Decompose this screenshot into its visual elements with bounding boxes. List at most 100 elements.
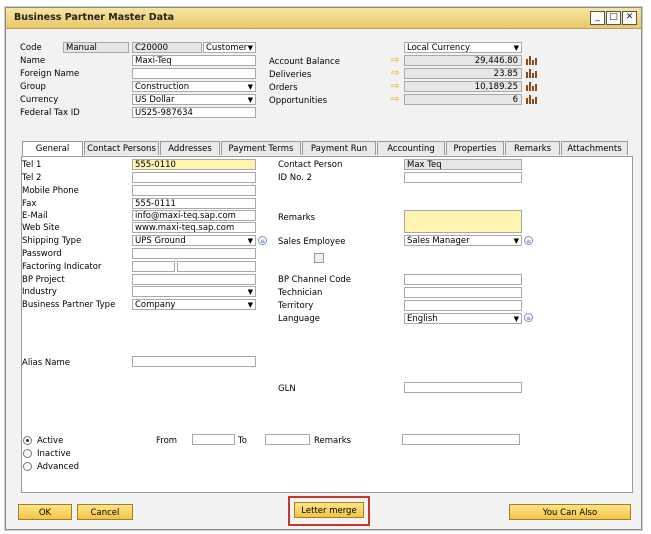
- title-bar[interactable]: Business Partner Master Data _ □ ✕: [6, 8, 641, 29]
- alias-field[interactable]: [132, 356, 256, 367]
- language-dropdown[interactable]: English: [404, 313, 522, 324]
- email-label: E-Mail: [22, 211, 48, 221]
- tel1-field[interactable]: 555-0110: [132, 159, 256, 170]
- contact-person-field[interactable]: Max Teq: [404, 159, 522, 170]
- tab-accounting[interactable]: Accounting: [377, 141, 445, 155]
- tab-remarks[interactable]: Remarks: [505, 141, 560, 155]
- orders-arrow-icon[interactable]: ⇨: [391, 82, 403, 92]
- group-dropdown[interactable]: Construction: [132, 81, 256, 92]
- remarks-label: Remarks: [278, 213, 316, 223]
- tab-payment-run[interactable]: Payment Run: [302, 141, 376, 155]
- alias-label: Alias Name: [22, 358, 70, 368]
- sales-employee-link-icon[interactable]: ≡: [524, 236, 533, 245]
- advanced-radio[interactable]: [23, 462, 32, 471]
- gln-field[interactable]: [404, 382, 522, 393]
- website-label: Web Site: [22, 223, 60, 233]
- tel2-field[interactable]: [132, 172, 256, 183]
- from-field[interactable]: [192, 434, 235, 445]
- remarks-field[interactable]: [404, 210, 522, 233]
- territory-field[interactable]: [404, 300, 522, 311]
- tab-payment-terms[interactable]: Payment Terms: [221, 141, 301, 155]
- opportunities-chart-icon[interactable]: [526, 94, 537, 104]
- tab-addresses[interactable]: Addresses: [160, 141, 220, 155]
- code-label: Code: [20, 43, 42, 53]
- shipping-dropdown[interactable]: UPS Ground: [132, 235, 256, 246]
- letter-merge-button[interactable]: Letter merge: [294, 502, 364, 518]
- name-label: Name: [20, 56, 46, 66]
- mobile-field[interactable]: [132, 185, 256, 196]
- inactive-radio[interactable]: [23, 449, 32, 458]
- fax-label: Fax: [22, 199, 37, 209]
- opportunities-arrow-icon[interactable]: ⇨: [391, 95, 403, 105]
- language-link-icon[interactable]: ≡: [524, 313, 533, 322]
- deliveries-chart-icon[interactable]: [526, 68, 537, 78]
- orders-chart-icon[interactable]: [526, 81, 537, 91]
- mobile-label: Mobile Phone: [22, 186, 79, 196]
- contact-person-label: Contact Person: [278, 160, 343, 170]
- deliveries-label: Deliveries: [269, 70, 312, 80]
- deliveries-field: 23.85: [404, 68, 522, 79]
- bp-type-dropdown[interactable]: Customer: [203, 42, 256, 53]
- to-label: To: [238, 436, 247, 446]
- territory-label: Territory: [278, 301, 314, 311]
- industry-label: Industry: [22, 287, 57, 297]
- account-balance-arrow-icon[interactable]: ⇨: [391, 56, 403, 66]
- currency-dropdown[interactable]: US Dollar: [132, 94, 256, 105]
- bp-project-field[interactable]: [132, 274, 256, 285]
- foreign-name-field[interactable]: [132, 68, 256, 79]
- to-field[interactable]: [265, 434, 310, 445]
- minimize-icon[interactable]: _: [590, 11, 605, 25]
- you-can-also-button[interactable]: You Can Also: [509, 504, 631, 520]
- password-label: Password: [22, 249, 62, 259]
- ok-button[interactable]: OK: [18, 504, 72, 520]
- remarks2-field[interactable]: [402, 434, 520, 445]
- fax-field[interactable]: 555-0111: [132, 198, 256, 209]
- fed-tax-label: Federal Tax ID: [20, 108, 80, 118]
- channel-code-field[interactable]: [404, 274, 522, 285]
- window-title: Business Partner Master Data: [14, 12, 175, 23]
- channel-code-label: BP Channel Code: [278, 275, 352, 285]
- tab-general[interactable]: General: [22, 141, 83, 157]
- name-field[interactable]: Maxi-Teq: [132, 55, 256, 66]
- password-field[interactable]: [132, 248, 256, 259]
- business-partner-window: Business Partner Master Data _ □ ✕ Code …: [5, 7, 642, 530]
- sales-employee-checkbox[interactable]: [314, 253, 324, 263]
- inactive-label: Inactive: [37, 449, 71, 459]
- shipping-link-icon[interactable]: ≡: [258, 236, 267, 245]
- currency-label: Currency: [20, 95, 59, 105]
- language-label: Language: [278, 314, 320, 324]
- bp-type-field-dropdown[interactable]: Company: [132, 299, 256, 310]
- currency-mode-dropdown[interactable]: Local Currency: [404, 42, 522, 53]
- idno2-label: ID No. 2: [278, 173, 312, 183]
- sales-employee-dropdown[interactable]: Sales Manager: [404, 235, 522, 246]
- cancel-button[interactable]: Cancel: [77, 504, 133, 520]
- technician-label: Technician: [278, 288, 323, 298]
- account-balance-chart-icon[interactable]: [526, 55, 537, 65]
- factoring-field-2[interactable]: [177, 261, 256, 272]
- opportunities-field: 6: [404, 94, 522, 105]
- foreign-name-label: Foreign Name: [20, 69, 80, 79]
- tel1-label: Tel 1: [22, 160, 42, 170]
- from-label: From: [156, 436, 178, 446]
- gln-label: GLN: [278, 384, 296, 394]
- website-field[interactable]: www.maxi-teq.sap.com: [132, 222, 256, 233]
- code-type-field[interactable]: Manual: [63, 42, 129, 53]
- industry-dropdown[interactable]: [132, 286, 256, 297]
- maximize-icon[interactable]: □: [606, 11, 621, 25]
- technician-field[interactable]: [404, 287, 522, 298]
- opportunities-label: Opportunities: [269, 96, 327, 106]
- idno2-field[interactable]: [404, 172, 522, 183]
- close-icon[interactable]: ✕: [622, 11, 637, 25]
- active-radio[interactable]: [23, 436, 32, 445]
- orders-label: Orders: [269, 83, 298, 93]
- fed-tax-field[interactable]: US25-987634: [132, 107, 256, 118]
- factoring-field-1[interactable]: [132, 261, 175, 272]
- email-field[interactable]: info@maxi-teq.sap.com: [132, 210, 256, 221]
- tab-contact-persons[interactable]: Contact Persons: [84, 141, 159, 155]
- deliveries-arrow-icon[interactable]: ⇨: [391, 69, 403, 79]
- code-value-field[interactable]: C20000: [132, 42, 202, 53]
- tab-attachments[interactable]: Attachments: [561, 141, 628, 155]
- tab-properties[interactable]: Properties: [446, 141, 504, 155]
- account-balance-field: 29,446.80: [404, 55, 522, 66]
- group-label: Group: [20, 82, 46, 92]
